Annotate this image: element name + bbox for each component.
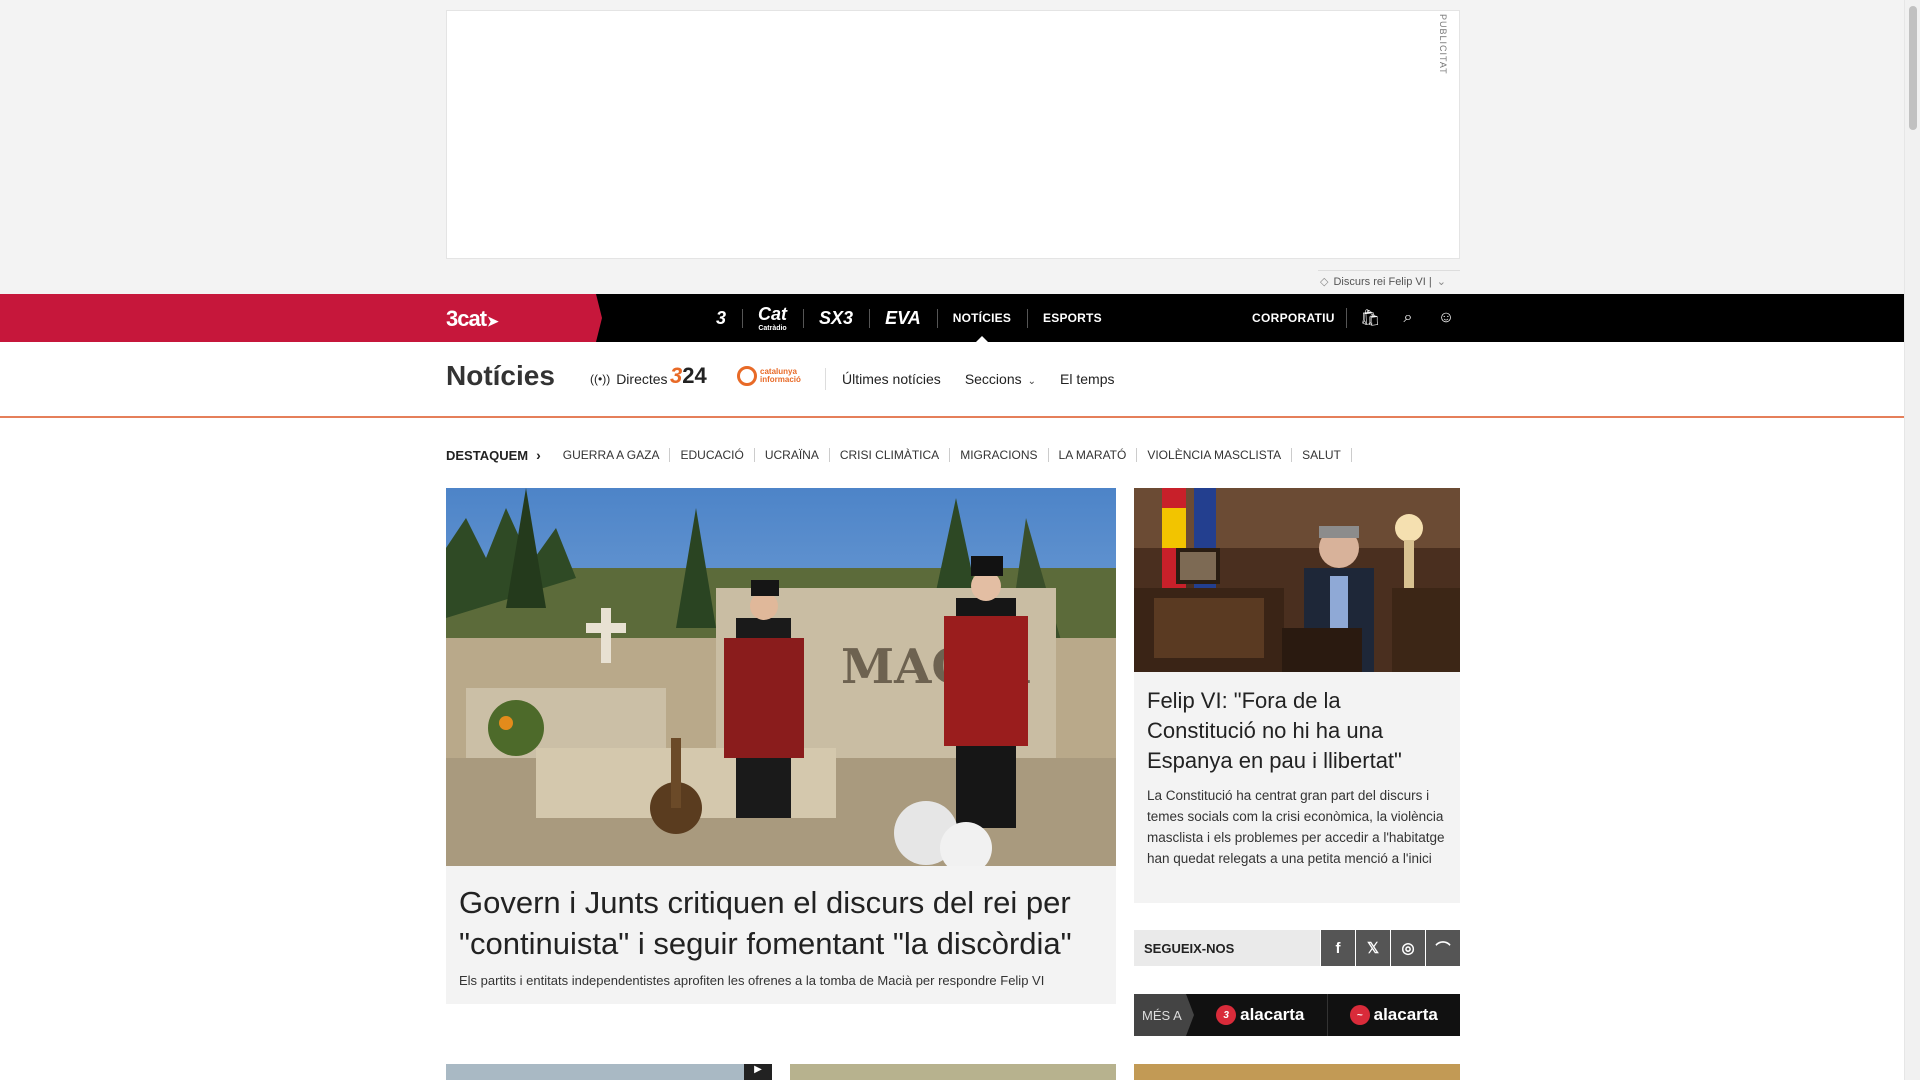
user-icon[interactable]: ☺ <box>1436 309 1456 327</box>
side-article-image[interactable] <box>1134 488 1460 672</box>
channel-sx3[interactable]: SX3 <box>803 294 869 342</box>
brand-arrow-icon: ➤ <box>487 313 499 329</box>
ad-band: PUBLICITAT ◇ Discurs rei Felip VI | ⌄ <box>0 0 1904 294</box>
play-icon[interactable]: ▶ <box>744 1064 772 1080</box>
channel-catradio[interactable]: Cat Catràdio <box>742 294 803 342</box>
chevron-right-icon: › <box>536 447 541 463</box>
chevron-down-icon: ⌄ <box>1436 276 1446 288</box>
topic-tag-text: Discurs rei Felip VI | <box>1333 275 1432 288</box>
royal-speech-photo <box>1134 488 1460 672</box>
seccions-dropdown[interactable]: Seccions ⌄ <box>965 371 1036 387</box>
brand-logo-text: 3cat <box>446 306 487 331</box>
side-article[interactable]: Felip VI: "Fora de la Constitució no hi … <box>1134 488 1460 903</box>
divider <box>825 368 826 390</box>
logo-catalunya-informacio[interactable]: catalunya informació <box>737 366 801 386</box>
tag-la-marato[interactable]: LA MARATÓ <box>1049 448 1138 462</box>
brand-area <box>0 294 602 342</box>
brand-logo[interactable]: 3cat➤ <box>446 306 499 332</box>
directes-link[interactable]: ((•)) Directes <box>590 371 668 387</box>
ci-text: catalunya informació <box>760 367 801 384</box>
logo-324[interactable]: 3 24 <box>670 363 707 388</box>
alacarta-bar: MÉS A 3 alacarta ~ alacarta <box>1134 994 1460 1036</box>
sx3-logo-icon: SX3 <box>819 307 854 328</box>
nav-noticies[interactable]: NOTÍCIES <box>936 294 1027 342</box>
side-article-title[interactable]: Felip VI: "Fora de la Constitució no hi … <box>1147 686 1447 776</box>
page: PUBLICITAT ◇ Discurs rei Felip VI | ⌄ 3c… <box>0 0 1920 1080</box>
tv3-logo-icon: 3 <box>716 307 727 328</box>
scrollbar[interactable] <box>1904 0 1920 1080</box>
main-article-subtitle: Els partits i entitats independentistes … <box>459 973 1045 988</box>
highlight-tags: DESTAQUEM › GUERRA A GAZA EDUCACIÓ UCRAÏN… <box>446 446 1352 464</box>
channel-eva[interactable]: EVA <box>869 294 937 342</box>
top-navigation: 3cat➤ 3 Cat Catràdio SX3 EVA NOTÍCIES ES… <box>0 294 1904 342</box>
chevron-down-icon: ⌄ <box>1027 376 1037 387</box>
teaser-card[interactable] <box>1134 1064 1460 1080</box>
tag-migracions[interactable]: MIGRACIONS <box>950 448 1049 462</box>
tag-ucraina[interactable]: UCRAÏNA <box>755 448 830 462</box>
scrollbar-thumb[interactable] <box>1909 6 1917 130</box>
main-article-image[interactable]: MACIÀ <box>446 488 1116 866</box>
shopping-bag-icon[interactable]: 🛍 <box>1360 308 1380 328</box>
follow-us-bar: SEGUEIX-NOS f 𝕏 ◎ ⌒ <box>1134 930 1460 966</box>
teaser-card[interactable]: ▶ <box>446 1064 772 1080</box>
tag-violencia-masclista[interactable]: VIOLÈNCIA MASCLISTA <box>1137 448 1293 462</box>
section-title[interactable]: Notícies <box>446 360 555 392</box>
corporatiu-link[interactable]: CORPORATIU <box>1252 294 1335 342</box>
el-temps-link[interactable]: El temps <box>1060 371 1114 387</box>
tag-salut[interactable]: SALUT <box>1292 448 1352 462</box>
x-icon[interactable]: 𝕏 <box>1356 930 1390 966</box>
mes-a-label: MÉS A <box>1134 994 1194 1036</box>
tag-educacio[interactable]: EDUCACIÓ <box>670 448 755 462</box>
live-broadcast-icon: ((•)) <box>590 372 611 386</box>
tag-crisi-climatica[interactable]: CRISI CLIMÀTICA <box>830 448 951 462</box>
facebook-icon[interactable]: f <box>1321 930 1355 966</box>
top-icons: 🛍 ⌕ ☺ <box>1360 294 1456 342</box>
ad-label: PUBLICITAT <box>1438 14 1448 75</box>
channel-list: 3 Cat Catràdio SX3 EVA NOTÍCIES ESPORTS <box>700 294 1118 342</box>
topic-tag-dropdown[interactable]: ◇ Discurs rei Felip VI | ⌄ <box>1318 270 1460 292</box>
catradio-alacarta-link[interactable]: ~ alacarta <box>1326 994 1461 1036</box>
instagram-icon[interactable]: ◎ <box>1391 930 1425 966</box>
divider <box>1346 308 1347 328</box>
side-article-subtitle: La Constitució ha centrat gran part del … <box>1147 788 1445 866</box>
channel-tv3[interactable]: 3 <box>700 294 742 342</box>
cemetery-photo: MACIÀ <box>446 488 1116 866</box>
main-article[interactable]: MACIÀ Govern i Junts critiquen el discur… <box>446 488 1116 1004</box>
section-header: Notícies ((•)) Directes 3 24 catalunya in… <box>0 342 1904 418</box>
teaser-card[interactable] <box>790 1064 1116 1080</box>
follow-us-label: SEGUEIX-NOS <box>1134 930 1320 966</box>
tag-guerra-a-gaza[interactable]: GUERRA A GAZA <box>553 448 671 462</box>
nav-esports[interactable]: ESPORTS <box>1027 294 1118 342</box>
tv3-badge-icon: 3 <box>1216 1005 1237 1025</box>
directes-label: Directes <box>616 371 668 387</box>
ultimes-noticies-link[interactable]: Últimes notícies <box>842 371 941 387</box>
search-icon[interactable]: ⌕ <box>1398 309 1418 327</box>
tv3-alacarta-link[interactable]: 3 alacarta <box>1194 994 1327 1036</box>
tag-icon: ◇ <box>1320 276 1329 288</box>
eva-logo-icon: EVA <box>885 307 921 328</box>
section-links: Últimes notícies Seccions ⌄ El temps <box>842 371 1114 387</box>
ad-slot[interactable] <box>446 10 1460 259</box>
destaquem-label[interactable]: DESTAQUEM › <box>446 447 541 463</box>
catradio-logo-icon: Cat Catràdio <box>758 304 788 332</box>
ci-circle-icon <box>737 366 757 386</box>
main-article-title[interactable]: Govern i Junts critiquen el discurs del … <box>459 882 1099 964</box>
rss-icon[interactable]: ⌒ <box>1426 930 1460 966</box>
catradio-badge-icon: ~ <box>1349 1005 1370 1025</box>
